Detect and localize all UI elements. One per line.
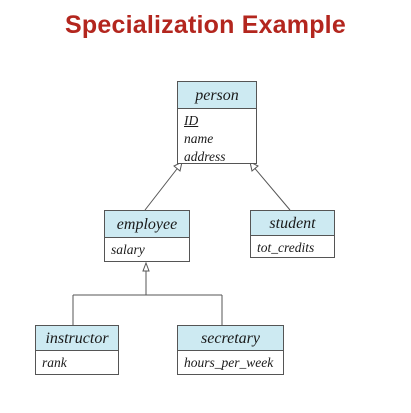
entity-student: student tot_credits — [250, 210, 335, 258]
entity-student-attributes: tot_credits — [251, 236, 334, 260]
entity-person-attributes: ID name address — [178, 109, 256, 169]
entity-student-name: student — [251, 211, 334, 236]
entity-employee-name: employee — [105, 211, 189, 238]
entity-instructor-name: instructor — [36, 326, 118, 351]
entity-employee-attr-salary: salary — [111, 242, 145, 257]
entity-employee-attributes: salary — [105, 238, 189, 262]
entity-secretary-attributes: hours_per_week — [178, 351, 283, 375]
entity-instructor-attributes: rank — [36, 351, 118, 375]
entity-person-attr-name: name — [184, 131, 214, 146]
entity-instructor-attr-rank: rank — [42, 355, 67, 370]
entity-secretary: secretary hours_per_week — [177, 325, 284, 375]
entity-secretary-name: secretary — [178, 326, 283, 351]
entity-secretary-attr-hours-per-week: hours_per_week — [184, 355, 274, 370]
employee-to-person-link — [144, 164, 181, 211]
entity-person-attr-id: ID — [184, 113, 199, 128]
entity-instructor: instructor rank — [35, 325, 119, 375]
entity-person-name: person — [178, 82, 256, 109]
subclass-to-employee-arrowhead — [142, 261, 150, 272]
student-to-person-link — [251, 164, 291, 211]
entity-student-attr-tot-credits: tot_credits — [257, 240, 315, 255]
entity-employee: employee salary — [104, 210, 190, 262]
entity-person: person ID name address — [177, 81, 257, 164]
entity-person-attr-address: address — [184, 149, 226, 164]
